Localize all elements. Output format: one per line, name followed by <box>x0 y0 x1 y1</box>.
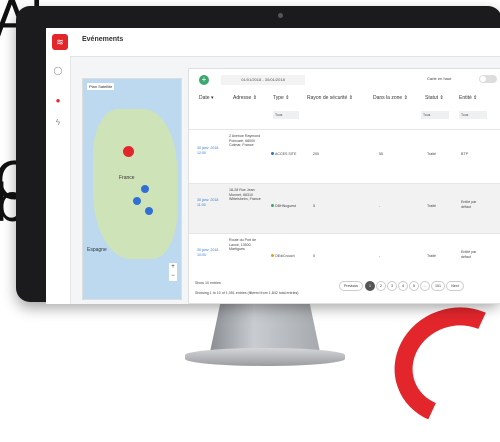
map-label-country: France <box>119 175 135 181</box>
row-in-zone: - <box>379 204 381 208</box>
zoom-out-icon[interactable]: − <box>171 273 175 279</box>
monitor-stand-base <box>185 348 345 366</box>
page-title: Evénements <box>82 36 124 43</box>
map-label-country: Espagne <box>87 247 107 253</box>
table-row[interactable]: 30 janv. 2018 10:00 Route du Port de Lav… <box>189 233 500 280</box>
type-dot-icon <box>271 152 274 155</box>
location-pin-icon[interactable]: ● <box>53 96 63 106</box>
map-toggle-label: Carte en haut <box>427 76 452 81</box>
row-date[interactable]: 30 janv. 2018 11:00 <box>197 198 223 207</box>
row-in-zone: - <box>379 254 381 258</box>
column-header-address[interactable]: Adresse ⇕ <box>233 95 257 101</box>
filter-status[interactable]: Tous <box>421 111 449 119</box>
row-entity: BTP <box>461 152 468 156</box>
row-radius: 5 <box>313 254 315 258</box>
row-date[interactable]: 30 janv. 2018 12:00 <box>197 146 223 155</box>
map-marker[interactable] <box>145 207 153 215</box>
map-landmass <box>93 109 177 259</box>
row-address: Route du Port de Lavoir, 13500 Martigues <box>229 238 257 252</box>
add-event-button[interactable]: + <box>199 75 209 85</box>
wifi-shield-icon[interactable]: ≋ <box>52 34 68 50</box>
column-header-entity[interactable]: Entité ⇕ <box>459 95 477 101</box>
column-header-radius[interactable]: Rayon de sécurité ⇕ <box>307 95 353 101</box>
pagination-page[interactable]: 4 <box>398 281 408 291</box>
pagination-next[interactable]: Next <box>446 281 464 291</box>
monitor-stand-neck <box>210 300 320 352</box>
map-marker-selected[interactable] <box>123 146 134 157</box>
row-address: 2 Avenue Raymond Poincaré, 68000 Colmar,… <box>229 134 261 148</box>
row-entity: Entité par défaut <box>461 200 477 209</box>
top-bar: ≋ Evénements <box>46 28 500 57</box>
events-panel: + 01/01/2018 - 30/01/2018 Carte en haut … <box>188 68 500 304</box>
row-entity: Entité par défaut <box>461 250 477 259</box>
pagination-page[interactable]: 3 <box>387 281 397 291</box>
pagination-previous[interactable]: Previous <box>339 281 363 291</box>
type-dot-icon <box>271 254 274 257</box>
filter-type[interactable]: Tous <box>273 111 299 119</box>
row-type: DBHNoguest <box>271 204 296 209</box>
row-address: 18-28 Rue Jean Monnet, 68310 Wittelsheim… <box>229 188 261 202</box>
side-navigation: ◯ ● ϟ <box>46 56 71 304</box>
map-zoom-control[interactable]: + − <box>169 263 177 281</box>
pagination-page[interactable]: 5 <box>409 281 419 291</box>
date-range-input[interactable]: 01/01/2018 - 30/01/2018 <box>221 75 305 85</box>
type-dot-icon <box>271 204 274 207</box>
row-date[interactable]: 30 janv. 2018 10:00 <box>197 248 223 257</box>
table-row[interactable]: 30 janv. 2018 11:00 18-28 Rue Jean Monne… <box>189 183 500 234</box>
column-header-in-zone[interactable]: Dans la zone ⇕ <box>373 95 408 101</box>
row-status: Traité <box>427 204 437 208</box>
filter-entity[interactable]: Tous <box>459 111 487 119</box>
row-type: OEdiCrouch <box>271 254 295 259</box>
pagination-page[interactable]: 101 <box>431 281 445 291</box>
map-position-toggle[interactable] <box>479 75 497 83</box>
user-icon[interactable]: ◯ <box>53 66 63 76</box>
map-view[interactable]: Plan Satellite France Espagne + − <box>82 78 182 300</box>
map-marker[interactable] <box>141 185 149 193</box>
row-radius: 200 <box>313 152 319 156</box>
row-status: Traité <box>427 254 437 258</box>
map-marker[interactable] <box>133 197 141 205</box>
column-header-status[interactable]: Statut ⇕ <box>425 95 444 101</box>
row-radius: 5 <box>313 204 315 208</box>
map-type-tabs[interactable]: Plan Satellite <box>87 83 115 90</box>
pagination-page[interactable]: 2 <box>376 281 386 291</box>
entries-info: Showing 1 to 10 of 1,051 entries (filter… <box>195 291 299 295</box>
column-header-date[interactable]: Date ▾ <box>199 95 213 101</box>
webcam <box>278 13 283 18</box>
page-size-select[interactable]: Show 10 entries <box>195 281 221 285</box>
row-type: ACCES SITE <box>271 152 296 157</box>
brand-swoosh <box>377 289 500 442</box>
pagination-ellipsis: ... <box>420 281 430 291</box>
row-in-zone: 55 <box>379 152 383 156</box>
lightning-icon[interactable]: ϟ <box>53 118 63 128</box>
pagination-page[interactable]: 1 <box>365 281 375 291</box>
table-row[interactable]: 30 janv. 2018 12:00 2 Avenue Raymond Poi… <box>189 129 500 184</box>
app-screen: ≋ Evénements ◯ ● ϟ Plan Satellite France… <box>46 28 500 304</box>
row-status: Traité <box>427 152 437 156</box>
column-header-type[interactable]: Type ⇕ <box>273 95 289 101</box>
zoom-in-icon[interactable]: + <box>171 264 175 270</box>
